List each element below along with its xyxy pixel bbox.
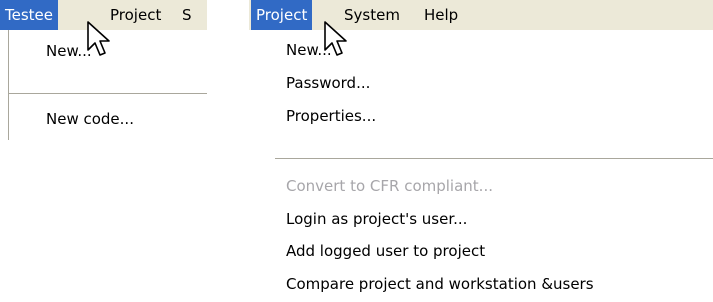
menu-item-convert-cfr: Convert to CFR compliant... [286,177,493,195]
menu-item-login-as-project-user[interactable]: Login as project's user... [286,206,467,232]
menu-item-compare-project-workstation-users[interactable]: Compare project and workstation &users [286,271,594,297]
menu-help[interactable]: Help [419,0,463,30]
menu-item-new-code[interactable]: New code... [46,106,134,132]
menu-separator [275,158,713,159]
menu-item-password[interactable]: Password... [286,70,370,96]
menu-item-add-logged-user[interactable]: Add logged user to project [286,238,485,264]
menu-project[interactable]: Project [251,0,313,30]
menu-item-properties[interactable]: Properties... [286,103,376,129]
menu-bar: Testee Project S [0,0,207,30]
menu-bar: Project System Help [249,0,713,30]
menu-testee[interactable]: Testee [0,0,58,30]
menu-system-partial[interactable]: S [177,0,197,30]
screenshot-stage: Testee Project S New... New code... Proj… [0,0,713,302]
dropdown-left-border [8,30,9,140]
menu-item-new[interactable]: New... [46,38,92,64]
menu-system[interactable]: System [339,0,405,30]
menu-project[interactable]: Project [105,0,166,30]
menu-separator [8,93,207,94]
menu-item-new[interactable]: New... [286,37,332,63]
testee-menu-panel: Testee Project S New... New code... [0,0,207,140]
project-menu-panel: Project System Help New... Password... P… [249,0,713,302]
